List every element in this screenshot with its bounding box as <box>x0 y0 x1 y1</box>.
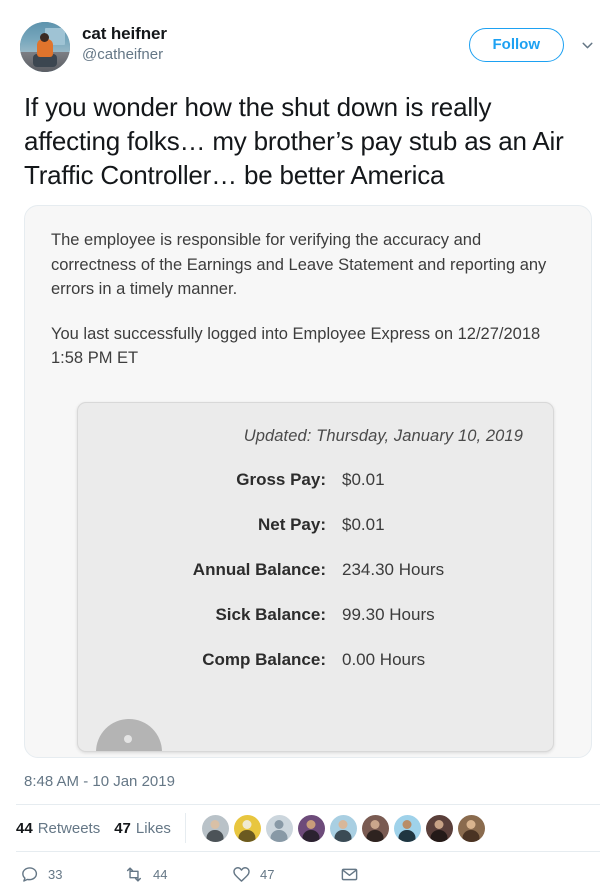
pay-stub-row-label: Gross Pay: <box>236 469 326 489</box>
pay-stub-row-value: 0.00 Hours <box>342 649 426 669</box>
chevron-down-icon[interactable] <box>574 32 600 58</box>
likes-label[interactable]: Likes <box>136 820 171 837</box>
liker-avatar-9[interactable] <box>457 814 485 842</box>
pay-stub-row: Gross Pay: $0.01 <box>78 470 553 490</box>
pay-stub-updated-date: Updated: Thursday, January 10, 2019 <box>243 426 523 445</box>
avatar[interactable] <box>20 22 70 72</box>
pay-stub-row: Net Pay: $0.01 <box>78 515 553 535</box>
reply-icon <box>20 865 39 884</box>
account-name-block: cat heifner @catheifner <box>82 22 469 65</box>
pay-stub-summary-box: Updated: Thursday, January 10, 2019 Gros… <box>77 401 554 752</box>
retweet-count: 44 <box>153 866 168 882</box>
liker-avatar-1[interactable] <box>201 814 229 842</box>
tweet-card: cat heifner @catheifner Follow If you wo… <box>0 0 616 892</box>
engagement-counts: 44 Retweets 47 Likes <box>16 813 186 843</box>
retweets-label[interactable]: Retweets <box>38 820 101 837</box>
pay-stub-last-login: You last successfully logged into Employ… <box>51 324 541 368</box>
retweet-icon <box>124 865 144 884</box>
pay-stub-row: Comp Balance: 0.00 Hours <box>78 650 553 670</box>
heart-icon <box>232 865 251 884</box>
retweet-button[interactable]: 44 <box>124 865 232 884</box>
tweet-timestamp[interactable]: 8:48 AM - 10 Jan 2019 <box>0 758 616 792</box>
share-button[interactable] <box>340 865 368 884</box>
liker-avatar-3[interactable] <box>265 814 293 842</box>
account-handle[interactable]: @catheifner <box>82 45 469 65</box>
follow-button[interactable]: Follow <box>468 28 564 62</box>
reply-button[interactable]: 33 <box>20 865 124 884</box>
tweet-header: cat heifner @catheifner Follow <box>0 0 616 84</box>
liker-facepile <box>186 814 485 842</box>
liker-avatar-7[interactable] <box>393 814 421 842</box>
pay-stub-row-label: Annual Balance: <box>192 559 326 579</box>
like-button[interactable]: 47 <box>232 865 340 884</box>
tweet-stats-row: 44 Retweets 47 Likes <box>0 805 616 851</box>
pay-stub-rows: Gross Pay: $0.01 Net Pay: $0.01 Annual B… <box>78 470 553 670</box>
liker-avatar-8[interactable] <box>425 814 453 842</box>
like-count: 47 <box>260 866 275 882</box>
pay-stub-row-label: Net Pay: <box>257 514 326 534</box>
display-name[interactable]: cat heifner <box>82 23 469 44</box>
liker-avatar-2[interactable] <box>233 814 261 842</box>
pay-stub-content: The employee is responsible for verifyin… <box>25 206 591 752</box>
likes-count[interactable]: 47 <box>114 820 131 837</box>
tweet-text: If you wonder how the shut down is reall… <box>24 92 564 190</box>
pay-stub-row-value: $0.01 <box>342 514 385 534</box>
tweet-media-image[interactable]: The employee is responsible for verifyin… <box>24 205 592 758</box>
header-actions: Follow <box>468 22 601 62</box>
liker-avatar-6[interactable] <box>361 814 389 842</box>
pay-stub-row-value: 99.30 Hours <box>342 604 435 624</box>
liker-avatar-4[interactable] <box>297 814 325 842</box>
pay-stub-row: Sick Balance: 99.30 Hours <box>78 605 553 625</box>
pay-stub-row-label: Sick Balance: <box>215 604 326 624</box>
pay-stub-row-value: 234.30 Hours <box>342 559 445 579</box>
pay-stub-disclaimer: The employee is responsible for verifyin… <box>51 231 547 298</box>
envelope-icon <box>340 865 359 884</box>
liker-avatar-5[interactable] <box>329 814 357 842</box>
tweet-actions-row: 33 44 47 <box>0 852 616 892</box>
reply-count: 33 <box>48 866 63 882</box>
pay-stub-row: Annual Balance: 234.30 Hours <box>78 560 553 580</box>
avatar-figure-head <box>40 33 49 42</box>
retweets-count[interactable]: 44 <box>16 820 33 837</box>
pay-stub-row-value: $0.01 <box>342 469 385 489</box>
pay-stub-chart-icon <box>96 718 162 751</box>
pay-stub-row-label: Comp Balance: <box>202 649 326 669</box>
